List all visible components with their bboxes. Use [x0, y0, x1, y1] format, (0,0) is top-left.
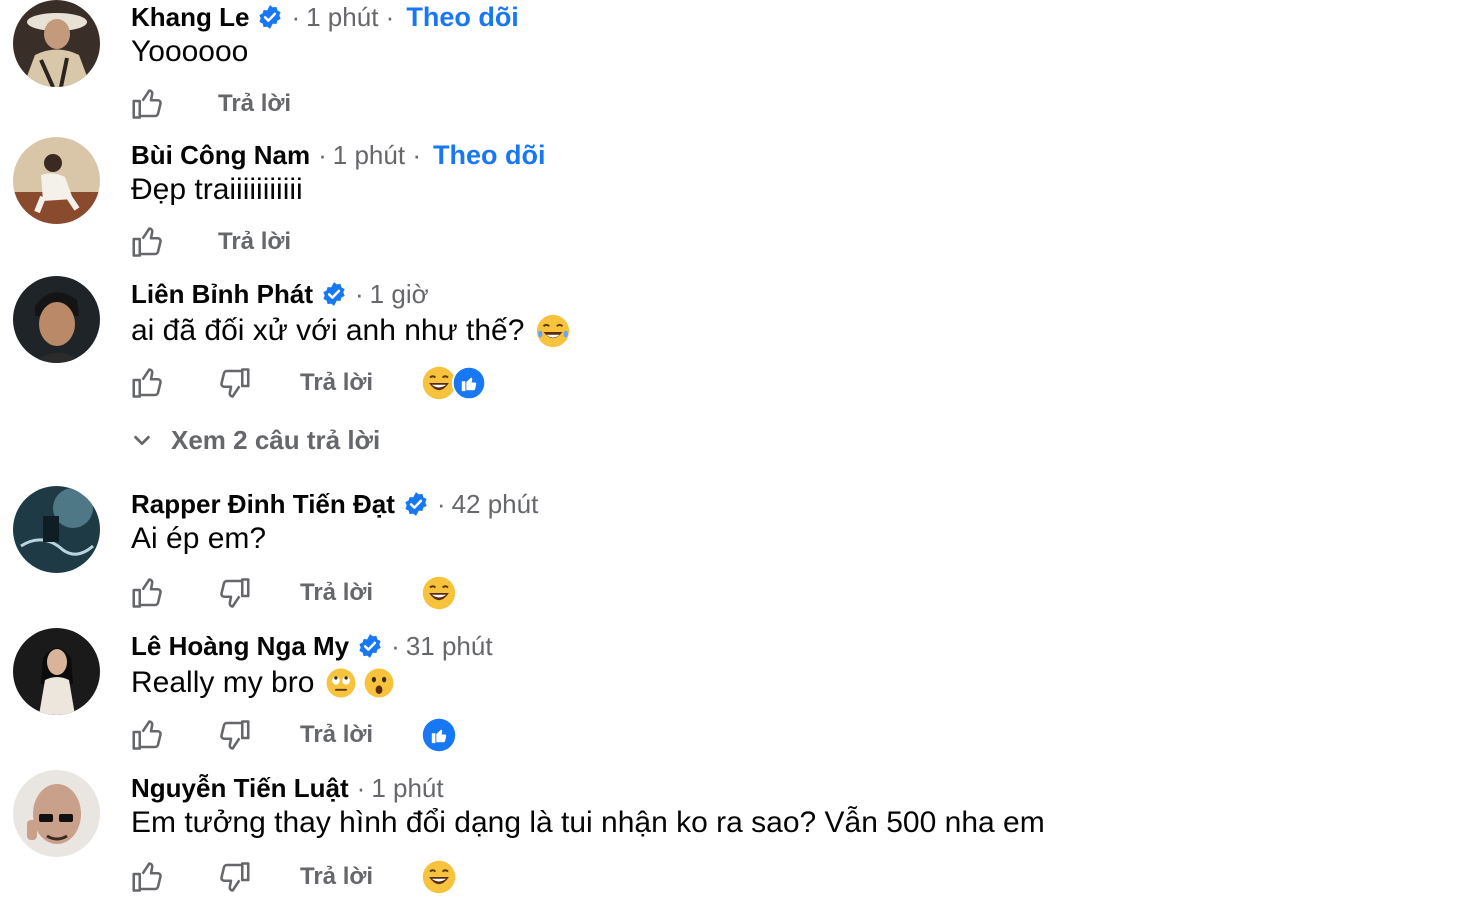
- verified-badge-icon: [321, 281, 347, 307]
- astonished-emoji-icon: [362, 666, 396, 700]
- follow-button[interactable]: Theo dõi: [433, 140, 545, 171]
- verified-badge-icon: [357, 633, 383, 659]
- avatar[interactable]: [13, 276, 100, 363]
- comment-text: Yoooooo: [131, 35, 249, 68]
- comment-header: Bùi Công Nam · 1 phút · Theo dõi: [131, 139, 545, 171]
- reply-button[interactable]: Trả lời: [300, 721, 373, 749]
- like-reaction-icon: [451, 365, 487, 401]
- verified-badge-icon: [257, 4, 283, 30]
- thumbs-down-icon[interactable]: [214, 715, 254, 755]
- comment-meta: · 31 phút: [391, 630, 493, 661]
- reaction-summary[interactable]: [421, 717, 457, 753]
- timestamp[interactable]: 1 phút: [306, 2, 378, 32]
- author-name[interactable]: Khang Le: [131, 2, 249, 33]
- avatar[interactable]: [13, 486, 100, 573]
- comment-text: Em tưởng thay hình đổi dạng là tui nhận …: [131, 806, 1045, 839]
- comment-actions: Trả lời: [128, 363, 487, 403]
- view-replies-link[interactable]: Xem 2 câu trả lời: [131, 422, 380, 458]
- comment-text: Really my bro: [131, 666, 315, 699]
- comment-text: Ai ép em?: [131, 522, 267, 555]
- comment-actions: Trả lời: [128, 84, 291, 124]
- reaction-summary[interactable]: [421, 859, 457, 895]
- comment-meta: · 42 phút: [436, 488, 539, 519]
- comment-text-row: Really my bro: [131, 663, 396, 703]
- author-name[interactable]: Rapper Đinh Tiến Đạt: [131, 489, 395, 520]
- reply-button[interactable]: Trả lời: [300, 863, 373, 891]
- thumbs-up-icon[interactable]: [128, 222, 168, 262]
- thumbs-up-icon[interactable]: [128, 857, 168, 897]
- follow-button[interactable]: Theo dõi: [406, 2, 518, 33]
- thumbs-up-icon[interactable]: [128, 715, 168, 755]
- reaction-summary[interactable]: [421, 575, 457, 611]
- comment-meta: · 1 giờ: [355, 278, 429, 309]
- thumbs-up-icon[interactable]: [128, 573, 168, 613]
- comment-actions: Trả lời: [128, 715, 457, 755]
- timestamp[interactable]: 1 phút: [333, 140, 405, 170]
- comment-actions: Trả lời: [128, 573, 457, 613]
- avatar[interactable]: [13, 628, 100, 715]
- avatar[interactable]: [13, 137, 100, 224]
- thumbs-up-icon[interactable]: [128, 363, 168, 403]
- comment-header: Liên Bỉnh Phát · 1 giờ: [131, 278, 429, 310]
- author-name[interactable]: Lê Hoàng Nga My: [131, 631, 349, 662]
- comment-meta: · 1 phút ·: [318, 139, 421, 170]
- thumbs-down-icon[interactable]: [214, 573, 254, 613]
- timestamp[interactable]: 1 giờ: [370, 279, 429, 309]
- timestamp[interactable]: 31 phút: [406, 631, 493, 661]
- reply-button[interactable]: Trả lời: [218, 90, 291, 118]
- view-replies-label: Xem 2 câu trả lời: [171, 424, 381, 455]
- avatar[interactable]: [13, 0, 100, 87]
- reply-button[interactable]: Trả lời: [300, 369, 373, 397]
- chevron-down-icon: [134, 435, 150, 446]
- thumbs-down-icon[interactable]: [214, 857, 254, 897]
- eye-roll-emoji-icon: [324, 666, 358, 700]
- comment-meta: · 1 phút ·: [291, 1, 395, 32]
- comment-header: Rapper Đinh Tiến Đạt · 42 phút: [131, 488, 538, 520]
- timestamp[interactable]: 1 phút: [371, 773, 443, 803]
- comment-text: Đẹp traiiiiiiiiiii: [131, 173, 303, 206]
- comment-header: Nguyễn Tiến Luật · 1 phút: [131, 772, 444, 804]
- comment-header: Lê Hoàng Nga My · 31 phút: [131, 630, 493, 662]
- reply-button[interactable]: Trả lời: [300, 579, 373, 607]
- author-name[interactable]: Bùi Công Nam: [131, 140, 310, 171]
- author-name[interactable]: Nguyễn Tiến Luật: [131, 773, 349, 804]
- verified-badge-icon: [403, 491, 429, 517]
- comment-actions: Trả lời: [128, 857, 457, 897]
- comment-meta: · 1 phút: [356, 772, 444, 803]
- comment-text-row: ai đã đối xử với anh như thế?: [131, 311, 572, 351]
- comment-header: Khang Le · 1 phút · Theo dõi: [131, 1, 519, 33]
- reply-button[interactable]: Trả lời: [218, 228, 291, 256]
- comment-actions: Trả lời: [128, 222, 291, 262]
- laughing-tears-emoji-icon: [534, 312, 572, 350]
- author-name[interactable]: Liên Bỉnh Phát: [131, 279, 313, 310]
- thumbs-down-icon[interactable]: [214, 363, 254, 403]
- reaction-summary[interactable]: [421, 365, 487, 401]
- haha-reaction-icon: [422, 576, 456, 610]
- thumbs-up-icon[interactable]: [128, 84, 168, 124]
- timestamp[interactable]: 42 phút: [452, 489, 539, 519]
- avatar[interactable]: [13, 770, 100, 857]
- comment-text: ai đã đối xử với anh như thế?: [131, 314, 525, 347]
- haha-reaction-icon: [422, 860, 456, 894]
- like-reaction-icon: [422, 718, 456, 752]
